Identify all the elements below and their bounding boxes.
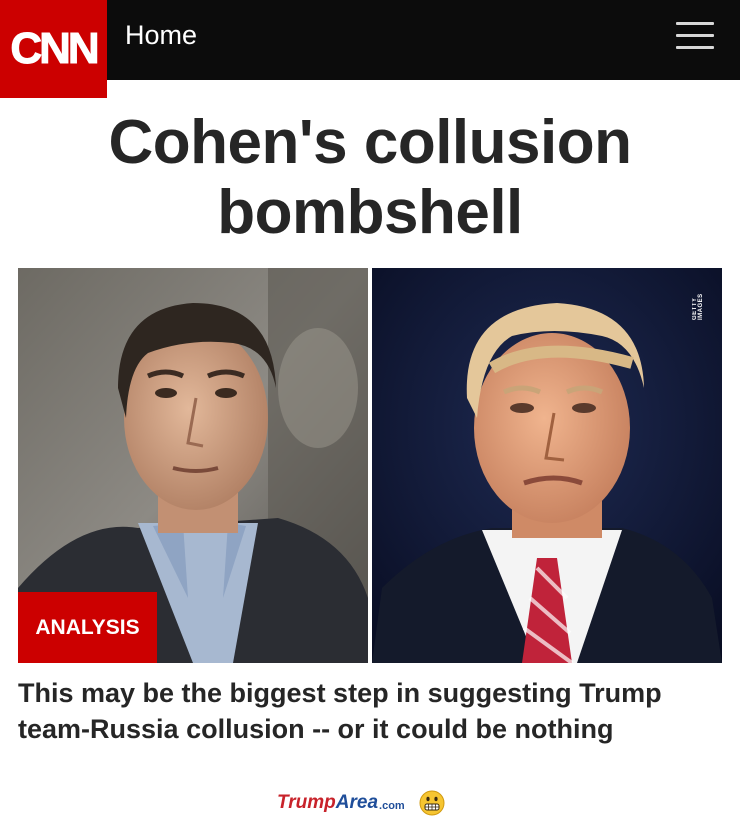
cnn-logo[interactable]: CNN [0, 0, 107, 98]
cnn-logo-text: CNN [10, 24, 100, 73]
article-headline[interactable]: Cohen's collusion bombshell [40, 108, 700, 248]
photo-credit: GETTY IMAGES [692, 293, 704, 320]
watermark-brand-area: Area [335, 792, 379, 813]
nav-home-link[interactable]: Home [125, 18, 197, 52]
photo-right [372, 268, 722, 663]
top-nav-bar: CNN Home [0, 0, 740, 98]
analysis-badge: ANALYSIS [18, 592, 157, 663]
watermark-brand-suffix: .com [379, 799, 405, 812]
portrait-right-illustration [372, 268, 722, 663]
grimace-emoji-icon [419, 790, 445, 816]
site-watermark: Trump Area .com [277, 790, 445, 816]
watermark-brand-trump: Trump [277, 792, 336, 813]
article-summary[interactable]: This may be the biggest step in suggesti… [18, 675, 718, 747]
hamburger-menu-icon[interactable] [676, 22, 714, 50]
